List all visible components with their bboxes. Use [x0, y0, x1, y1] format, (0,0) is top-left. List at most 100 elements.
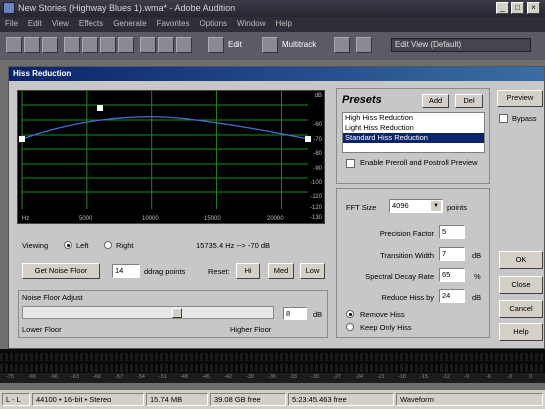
precision-factor-input[interactable]: 5	[439, 225, 465, 239]
toolbar: Edit Multitrack Edit View (Default)	[0, 32, 545, 60]
meter-scale-label: -33	[289, 374, 297, 380]
reset-hi-button[interactable]: Hi	[236, 263, 260, 279]
help-button[interactable]: Help	[499, 323, 543, 341]
lasso-tool-icon[interactable]	[118, 37, 134, 53]
fft-size-value: 4096	[392, 201, 409, 210]
menu-edit[interactable]: Edit	[23, 17, 47, 28]
multitrack-view-button[interactable]: Multitrack	[282, 40, 316, 49]
close-button[interactable]: Close	[499, 276, 543, 294]
minimize-button[interactable]: _	[496, 2, 509, 14]
noise-floor-graph[interactable]: dB -60 -70 -80 -90 -100 -110 -120 -130 H…	[17, 90, 325, 224]
spectral-decay-unit: %	[474, 272, 481, 281]
db-label: -120	[309, 205, 322, 211]
zoom-icon[interactable]	[176, 37, 192, 53]
menu-generate[interactable]: Generate	[108, 17, 151, 28]
reset-med-button[interactable]: Med	[268, 263, 294, 279]
noise-floor-adjust-label: Noise Floor Adjust	[22, 293, 83, 302]
spectral-decay-input[interactable]: 65	[439, 268, 465, 282]
open-file-icon[interactable]	[6, 37, 22, 53]
dialog-title: Hiss Reduction	[9, 67, 544, 81]
workspace-icon[interactable]	[356, 37, 372, 53]
viewing-left-label: Left	[76, 241, 89, 250]
marquee-tool-icon[interactable]	[100, 37, 116, 53]
db-label: -110	[310, 194, 322, 200]
higher-floor-label: Higher Floor	[230, 325, 272, 334]
db-label: -80	[313, 151, 322, 157]
db-label: -90	[313, 166, 322, 172]
meter-scale-label: -42	[224, 374, 232, 380]
undo-icon[interactable]	[42, 37, 58, 53]
audition-app-icon[interactable]	[3, 2, 15, 14]
preview-button[interactable]: Preview	[497, 90, 543, 107]
meter-scale-label: -60	[93, 374, 101, 380]
meter-scale-label: -75	[6, 374, 14, 380]
meter-scale-label: -51	[159, 374, 167, 380]
maximize-button[interactable]: □	[511, 2, 524, 14]
time-selection-tool-icon[interactable]	[82, 37, 98, 53]
noise-floor-adjust-input[interactable]: 8	[283, 307, 307, 320]
transition-width-input[interactable]: 7	[439, 247, 465, 261]
curve-control-point[interactable]	[19, 136, 25, 142]
curve-control-point[interactable]	[97, 105, 103, 111]
preset-add-button[interactable]: Add	[422, 94, 449, 108]
meter-scale-label: -3	[507, 374, 512, 380]
preset-item[interactable]: Light Hiss Reduction	[343, 123, 484, 133]
ok-button[interactable]: OK	[499, 251, 543, 269]
spectral-decay-label: Spectral Decay Rate	[365, 272, 434, 281]
graph-canvas[interactable]	[18, 91, 324, 223]
fft-size-select[interactable]: 4096 ▼	[389, 199, 443, 213]
viewing-right-radio[interactable]	[104, 241, 112, 249]
meter-ruler: -75 -69 -66 -63 -60 -57 -54 -51 -48 -45 -42 -39 -36-…	[0, 373, 545, 383]
meter-scale-label: -6	[486, 374, 491, 380]
edit-view-icon[interactable]	[208, 37, 224, 53]
curve-control-point[interactable]	[305, 136, 311, 142]
meter-bar-left	[0, 353, 545, 361]
bypass-checkbox[interactable]	[499, 114, 508, 123]
edit-view-button[interactable]: Edit	[228, 40, 242, 49]
reset-low-button[interactable]: Low	[300, 263, 325, 279]
menu-options[interactable]: Options	[194, 17, 232, 28]
lower-floor-label: Lower Floor	[22, 325, 62, 334]
keep-only-hiss-radio[interactable]	[346, 323, 354, 331]
meter-scale-label: -39	[246, 374, 254, 380]
preset-item-selected[interactable]: Standard Hiss Reduction	[343, 133, 484, 143]
menu-favorites[interactable]: Favorites	[152, 17, 195, 28]
preset-item[interactable]: High Hiss Reduction	[343, 113, 484, 123]
meter-scale-label: -15	[420, 374, 428, 380]
waveform-view-icon[interactable]	[158, 37, 174, 53]
hz-label: 5000	[79, 216, 93, 222]
hz-label: 15000	[204, 216, 221, 222]
get-noise-floor-button[interactable]: Get Noise Floor	[22, 263, 100, 279]
dropdown-arrow-icon[interactable]: ▼	[431, 201, 441, 211]
save-icon[interactable]	[24, 37, 40, 53]
close-window-button[interactable]: ×	[527, 2, 540, 14]
meter-scale-label: -12	[442, 374, 450, 380]
noise-floor-slider-thumb[interactable]	[172, 308, 182, 318]
menu-effects[interactable]: Effects	[74, 17, 108, 28]
presets-title: Presets	[342, 94, 382, 106]
hybrid-tool-icon[interactable]	[64, 37, 80, 53]
snap-points-input[interactable]: 14	[112, 264, 140, 278]
menu-window[interactable]: Window	[232, 17, 270, 28]
menu-file[interactable]: File	[0, 17, 23, 28]
multitrack-view-icon[interactable]	[262, 37, 278, 53]
spectral-view-icon[interactable]	[140, 37, 156, 53]
snap-points-label: ddrag points	[144, 267, 186, 276]
status-bar: L - L 44100 • 16-bit • Stereo 15.74 MB 3…	[0, 390, 545, 409]
workspace-select[interactable]: Edit View (Default)	[391, 38, 531, 52]
menu-help[interactable]: Help	[271, 17, 297, 28]
noise-floor-slider[interactable]	[22, 306, 274, 319]
cancel-button[interactable]: Cancel	[499, 300, 543, 318]
menu-bar: File Edit View Effects Generate Favorites Opti…	[0, 17, 545, 32]
menu-view[interactable]: View	[47, 17, 74, 28]
remove-hiss-radio[interactable]	[346, 310, 354, 318]
viewing-left-radio[interactable]	[64, 241, 72, 249]
meter-scale-label: -48	[180, 374, 188, 380]
preset-list[interactable]: High Hiss Reduction Light Hiss Reduction…	[342, 112, 485, 153]
reduce-hiss-input[interactable]: 24	[439, 289, 465, 303]
status-view: Waveform	[396, 393, 543, 406]
cd-view-icon[interactable]	[334, 37, 350, 53]
preroll-checkbox[interactable]	[346, 159, 355, 168]
preset-del-button[interactable]: Del	[455, 94, 483, 108]
meter-scale-label: -18	[398, 374, 406, 380]
